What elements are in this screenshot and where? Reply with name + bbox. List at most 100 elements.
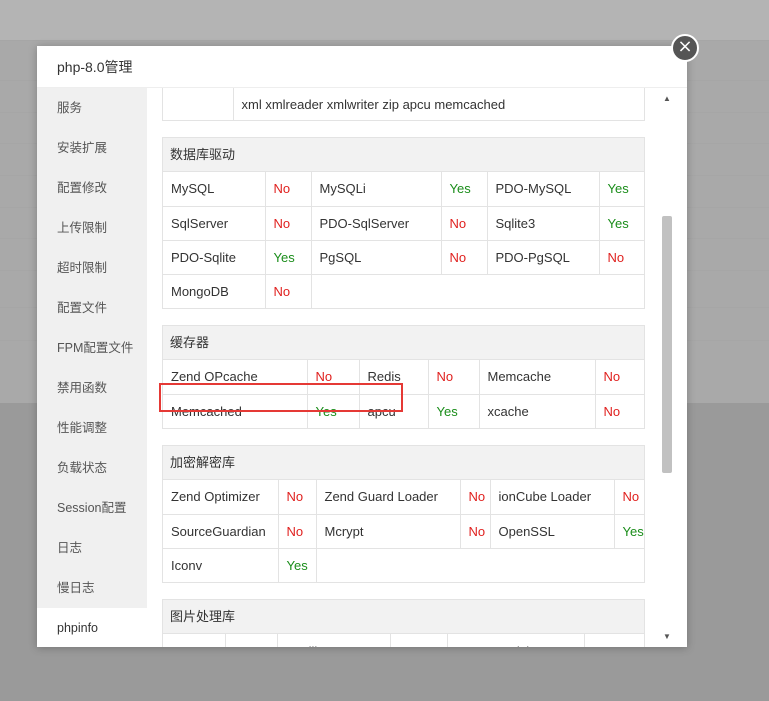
- ext-status: Yes: [277, 547, 317, 582]
- ext-name: MySQL: [163, 172, 266, 207]
- sidebar-item-phpinfo[interactable]: phpinfo: [37, 608, 147, 647]
- ext-status: No: [594, 360, 644, 395]
- ext-status: No: [594, 393, 644, 428]
- sidebar-item-performance[interactable]: 性能调整: [37, 408, 147, 448]
- table-row: SourceGuardian No Mcrypt No OpenSSL Yes: [163, 513, 644, 549]
- ext-name: PDO-SqlServer: [310, 205, 442, 241]
- ext-status: No: [613, 480, 644, 515]
- extensions-section: xml xmlreader xmlwriter zip apcu memcach…: [162, 88, 645, 121]
- ext-name: PDO-PgSQL: [486, 239, 600, 275]
- ext-status: No: [440, 205, 488, 241]
- close-button[interactable]: ×: [671, 34, 699, 62]
- sidebar-item-timeout-limit[interactable]: 超时限制: [37, 248, 147, 288]
- ext-status: No: [459, 480, 491, 515]
- ext-name: Zend Guard Loader: [315, 480, 461, 515]
- sidebar-item-disabled-functions[interactable]: 禁用函数: [37, 368, 147, 408]
- empty-cell: [315, 547, 644, 582]
- table-row: Zend OPcache No Redis No Memcache No: [163, 360, 644, 395]
- ext-status: No: [277, 513, 317, 549]
- crypto-section: 加密解密库 Zend Optimizer No Zend Guard Loade…: [162, 445, 645, 583]
- section-title: 图片处理库: [163, 600, 644, 634]
- ext-name: SqlServer: [163, 205, 266, 241]
- ext-name: GD library: [276, 634, 391, 647]
- sidebar-item-config-edit[interactable]: 配置修改: [37, 168, 147, 208]
- table-row: MySQL No MySQLi Yes PDO-MySQL Yes: [163, 172, 644, 207]
- ext-name: OpenSSL: [489, 513, 615, 549]
- ext-name: PgSQL: [310, 239, 442, 275]
- ext-name: ionCube Loader: [489, 480, 615, 515]
- ext-status: No: [264, 273, 312, 308]
- phpinfo-content[interactable]: xml xmlreader xmlwriter zip apcu memcach…: [147, 88, 687, 647]
- dialog-title: php-8.0管理: [37, 46, 687, 88]
- ext-name: PDO-Sqlite: [163, 239, 266, 275]
- table-row: Memcached Yes apcu Yes xcache No: [163, 393, 644, 428]
- ext-status: Yes: [598, 172, 644, 207]
- background-band: [0, 0, 769, 40]
- ext-name: EXIF: [163, 634, 226, 647]
- table-row: SqlServer No PDO-SqlServer No Sqlite3 Ye…: [163, 205, 644, 241]
- ext-status: Yes: [389, 634, 448, 647]
- ext-name: SourceGuardian: [163, 513, 279, 549]
- section-title: 加密解密库: [163, 446, 644, 480]
- ext-name: Sqlite3: [486, 205, 600, 241]
- image-section: 图片处理库 EXIF No GD library Yes ImageMagick…: [162, 599, 645, 647]
- sidebar-item-service[interactable]: 服务: [37, 88, 147, 128]
- sidebar-item-upload-limit[interactable]: 上传限制: [37, 208, 147, 248]
- ext-status: No: [427, 360, 480, 395]
- ext-status: Yes: [440, 172, 488, 207]
- section-title: 缓存器: [163, 326, 644, 360]
- sidebar-item-install-extension[interactable]: 安装扩展: [37, 128, 147, 168]
- table-row: Zend Optimizer No Zend Guard Loader No i…: [163, 480, 644, 515]
- ext-status: No: [264, 205, 312, 241]
- ext-status: No: [598, 239, 644, 275]
- table-row: PDO-Sqlite Yes PgSQL No PDO-PgSQL No: [163, 239, 644, 275]
- extensions-label-cell: [163, 88, 234, 120]
- ext-name: Memcached: [163, 393, 308, 428]
- scrollbar-thumb[interactable]: [662, 216, 672, 473]
- sidebar-item-slow-log[interactable]: 慢日志: [37, 568, 147, 608]
- ext-name: ImageMagick: [446, 634, 585, 647]
- ext-name: Redis: [358, 360, 429, 395]
- ext-name: xcache: [478, 393, 596, 428]
- ext-name: Zend OPcache: [163, 360, 308, 395]
- ext-name: Mcrypt: [315, 513, 461, 549]
- arrow-down-icon[interactable]: ▼: [662, 632, 672, 642]
- ext-name: PDO-MySQL: [486, 172, 600, 207]
- extensions-list: xml xmlreader xmlwriter zip apcu memcach…: [232, 88, 644, 120]
- ext-status: Yes: [427, 393, 480, 428]
- sidebar-item-session-config[interactable]: Session配置: [37, 488, 147, 528]
- table-row: MongoDB No: [163, 273, 644, 308]
- sidebar-item-log[interactable]: 日志: [37, 528, 147, 568]
- ext-status: Yes: [264, 239, 312, 275]
- section-title: 数据库驱动: [163, 138, 644, 172]
- phpinfo-scroll-area: xml xmlreader xmlwriter zip apcu memcach…: [162, 88, 645, 647]
- ext-name: MySQLi: [310, 172, 442, 207]
- ext-name: Zend Optimizer: [163, 480, 279, 515]
- table-row: EXIF No GD library Yes ImageMagick No: [163, 634, 644, 647]
- content-scrollbar[interactable]: ▲ ▼: [659, 88, 677, 647]
- empty-cell: [310, 273, 644, 308]
- table-row: Iconv Yes: [163, 547, 644, 582]
- ext-status: No: [264, 172, 312, 207]
- sidebar: 服务 安装扩展 配置修改 上传限制 超时限制 配置文件 FPM配置文件 禁用函数…: [37, 88, 147, 647]
- cache-section: 缓存器 Zend OPcache No Redis No Memcache No…: [162, 325, 645, 429]
- ext-name: apcu: [358, 393, 429, 428]
- ext-status: No: [459, 513, 491, 549]
- ext-status: Yes: [306, 393, 360, 428]
- sidebar-item-load-status[interactable]: 负载状态: [37, 448, 147, 488]
- ext-status: Yes: [613, 513, 644, 549]
- ext-name: Iconv: [163, 547, 279, 582]
- ext-name: Memcache: [478, 360, 596, 395]
- sidebar-item-fpm-config[interactable]: FPM配置文件: [37, 328, 147, 368]
- ext-status: No: [277, 480, 317, 515]
- ext-status: No: [306, 360, 360, 395]
- php-manager-dialog: php-8.0管理 服务 安装扩展 配置修改 上传限制 超时限制 配置文件 FP…: [37, 46, 687, 647]
- db-drivers-section: 数据库驱动 MySQL No MySQLi Yes PDO-MySQL Yes …: [162, 137, 645, 309]
- close-icon: ×: [677, 36, 693, 57]
- ext-name: MongoDB: [163, 273, 266, 308]
- sidebar-item-config-file[interactable]: 配置文件: [37, 288, 147, 328]
- arrow-up-icon[interactable]: ▲: [662, 94, 672, 104]
- ext-status: Yes: [598, 205, 644, 241]
- ext-status: No: [583, 634, 644, 647]
- ext-status: No: [440, 239, 488, 275]
